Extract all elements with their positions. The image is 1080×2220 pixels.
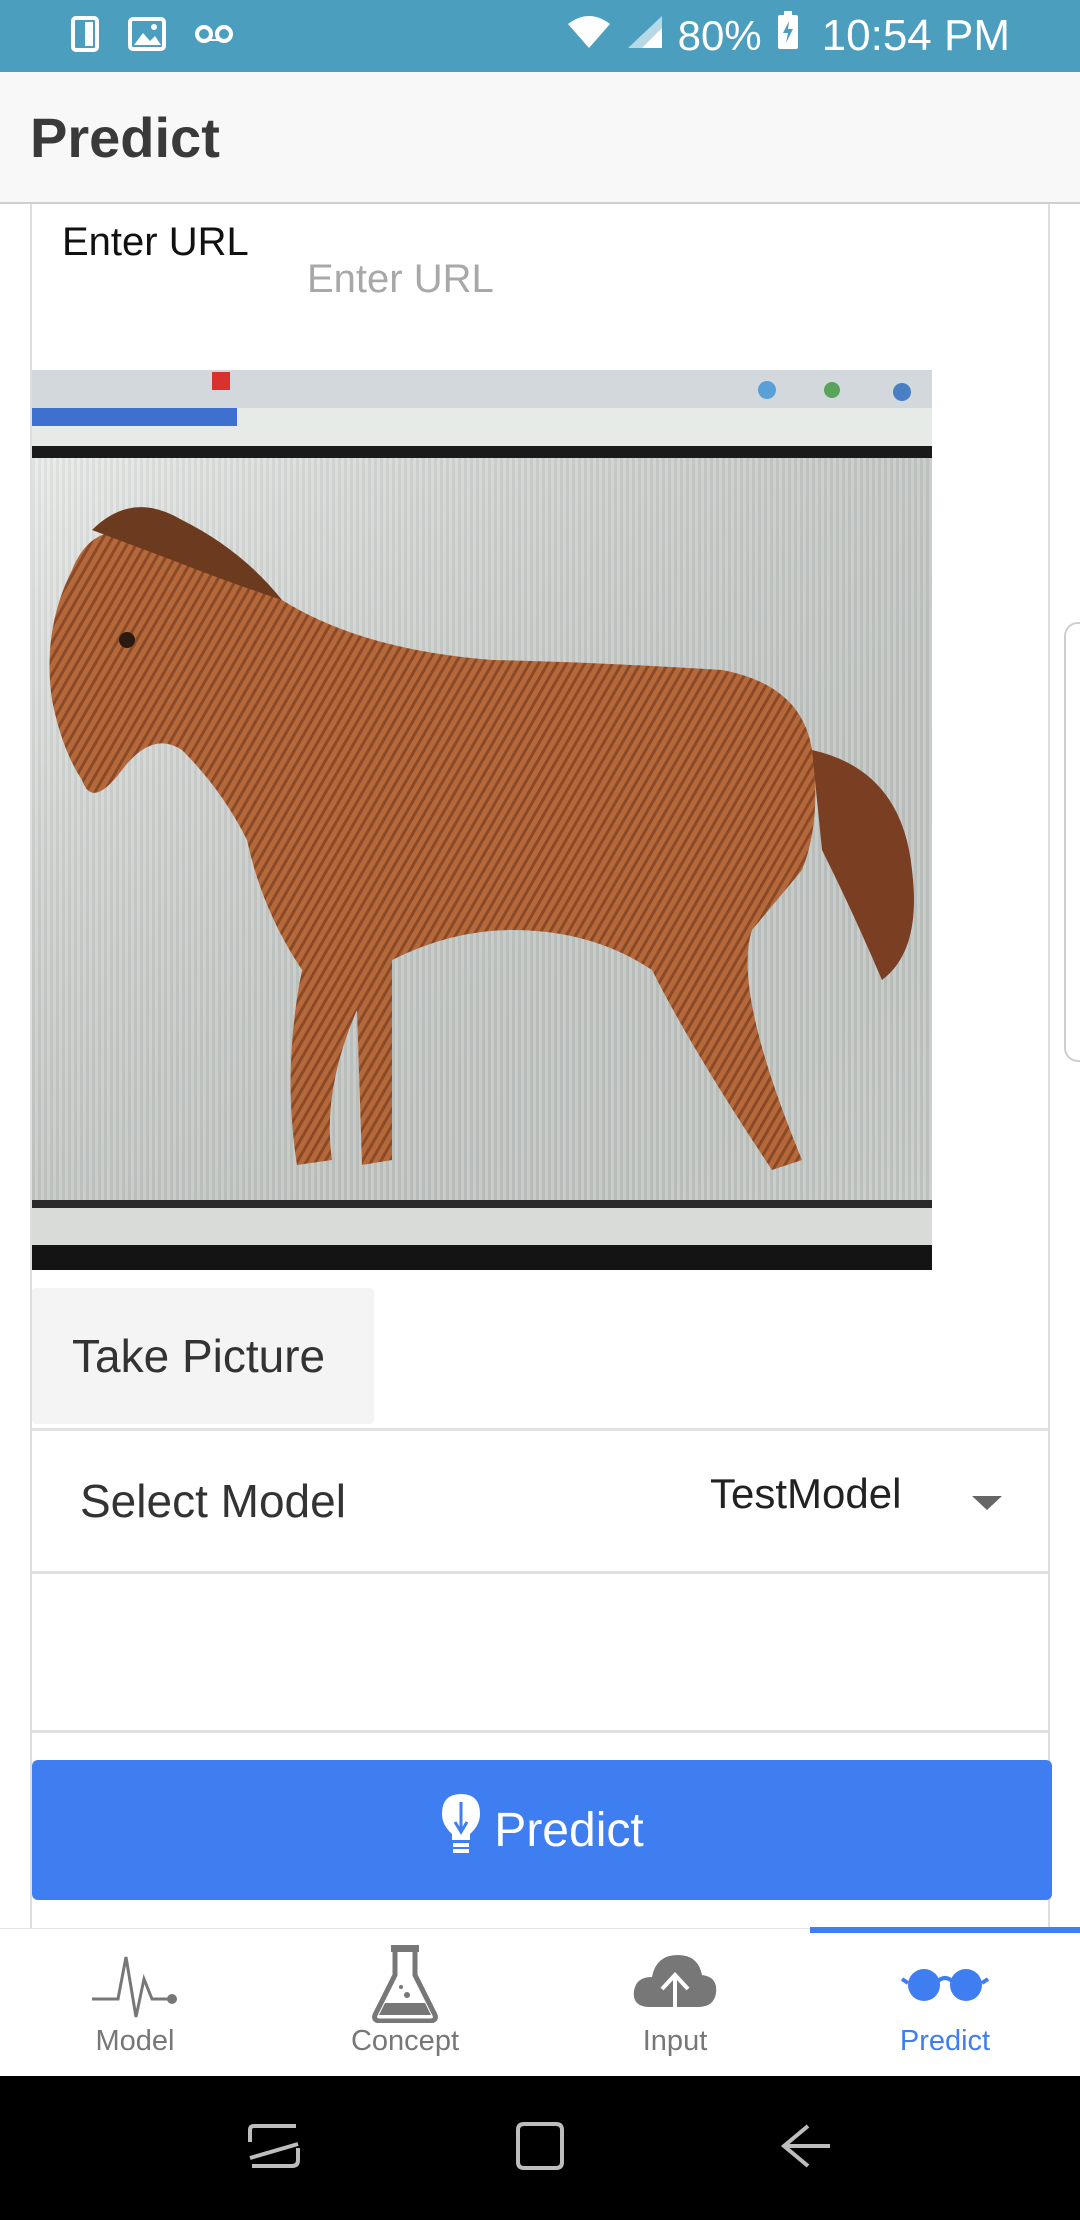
battery-percent: 80%	[677, 12, 762, 59]
edge-panel-handle[interactable]	[1064, 622, 1080, 1062]
clock: 10:54 PM	[821, 11, 1010, 60]
voicemail-icon	[194, 23, 234, 50]
url-row: Enter URL	[32, 204, 1048, 364]
lightbulb-icon	[440, 1792, 482, 1868]
take-picture-button[interactable]: Take Picture	[32, 1288, 374, 1424]
nav-label-predict: Predict	[899, 2025, 991, 2057]
nav-item-predict[interactable]: Predict	[810, 1927, 1080, 2076]
predict-button[interactable]: Predict	[32, 1760, 1052, 1900]
cell-signal-icon	[626, 11, 664, 61]
status-left-icons	[70, 15, 234, 57]
model-select[interactable]: Select Model TestModel	[32, 1430, 1048, 1572]
predict-form: Enter URL Enter URL Take Picture Select …	[30, 204, 1052, 1929]
nav-item-concept[interactable]: Concept	[270, 1929, 540, 2076]
url-label: Enter URL	[62, 220, 249, 264]
divider	[32, 1571, 1048, 1574]
nav-label-concept: Concept	[350, 2025, 459, 2057]
image-icon	[128, 16, 166, 56]
captured-photo	[32, 370, 932, 1270]
nav-label-model: Model	[95, 2025, 175, 2057]
nav-item-model[interactable]: Model	[0, 1929, 270, 2076]
predict-button-label: Predict	[494, 1803, 644, 1857]
battery-charging-icon	[776, 10, 800, 62]
dropdown-caret-icon[interactable]	[972, 1496, 1002, 1510]
nav-label-input: Input	[642, 2025, 708, 2057]
status-right: 80% 10:54 PM	[566, 10, 1010, 62]
system-nav-bar	[0, 2076, 1080, 2220]
status-bar: 80% 10:54 PM	[0, 0, 1080, 72]
pulse-icon	[90, 1943, 180, 2023]
active-tab-indicator	[810, 1927, 1080, 1933]
wifi-icon	[566, 11, 612, 61]
selected-model-value[interactable]: TestModel	[710, 1470, 901, 1518]
nav-item-input[interactable]: Input	[540, 1929, 810, 2076]
back-icon[interactable]	[778, 2118, 834, 2179]
cloud-upload-icon	[630, 1943, 720, 2023]
glasses-icon	[900, 1943, 990, 2023]
bottom-nav: Model Concept Input Predict	[0, 1927, 1080, 2076]
sim-card-icon	[70, 15, 100, 57]
app-bar: Predict	[0, 72, 1080, 204]
url-input[interactable]	[307, 244, 1007, 314]
page-title: Predict	[30, 105, 220, 169]
divider	[32, 1730, 1048, 1733]
recents-icon[interactable]	[246, 2118, 302, 2179]
home-icon[interactable]	[512, 2118, 568, 2179]
flask-icon	[365, 1943, 445, 2023]
screen: 80% 10:54 PM Predict Enter URL Enter URL…	[0, 0, 1080, 2220]
select-model-label: Select Model	[80, 1475, 346, 1527]
